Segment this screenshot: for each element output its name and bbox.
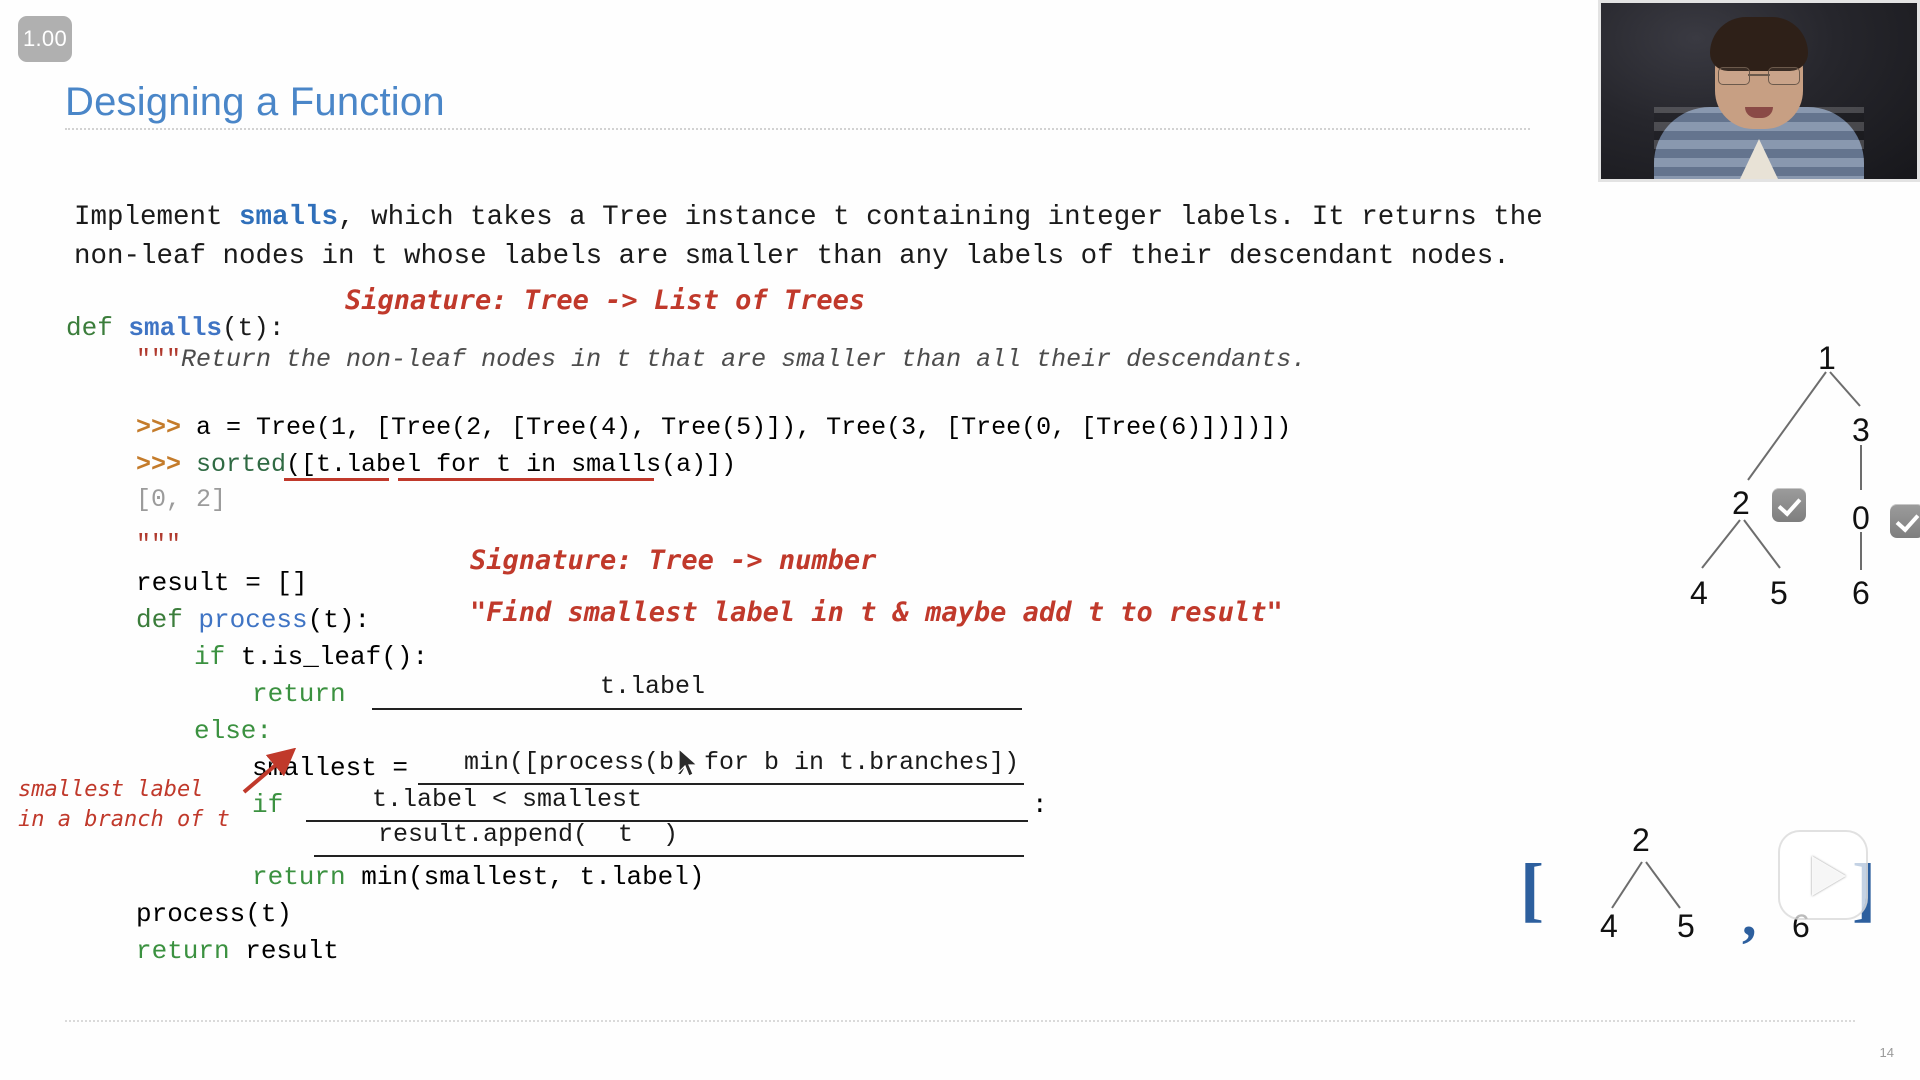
code-if-colon: : [1032, 790, 1048, 820]
tree-node-0: 0 [1852, 500, 1870, 536]
code-else-keyword: else: [194, 716, 273, 746]
annotation-hint-line1: smallest label [18, 777, 204, 802]
tree-node-6: 6 [1852, 575, 1870, 611]
code-function-args: (t): [222, 313, 285, 343]
blank-condition-answer: t.label < smallest [372, 785, 643, 814]
playback-speed-badge[interactable]: 1.00 [18, 16, 72, 62]
annotation-purpose-2: "Find smallest label in t & maybe add t … [470, 597, 1283, 628]
tree-node-1: 1 [1818, 340, 1836, 376]
annotation-hint-text: smallest label in a branch of t [18, 775, 230, 835]
problem-statement: Implement smalls, which takes a Tree ins… [74, 198, 1794, 276]
doctest-prompt-2: >>> [136, 450, 182, 479]
blank-append-answer: result.append( t ) [378, 820, 679, 849]
tree-node-3: 3 [1852, 412, 1870, 448]
code-return-min-rest: min(smallest, t.label) [345, 862, 705, 892]
doctest-line-2: >>> sorted([t.label for t in smalls(a)]) [136, 450, 736, 479]
code-def-keyword-2: def [136, 605, 183, 635]
checkmark-icon-node-2 [1772, 488, 1806, 522]
blank-smallest-answer: min([process(b) for b in t.branches]) [464, 748, 1020, 777]
instructor-glasses [1718, 67, 1800, 85]
annotation-signature-2: Signature: Tree -> number [470, 545, 877, 576]
docstring-text: Return the non-leaf nodes in t that are … [181, 345, 1307, 374]
instructor-webcam-video[interactable] [1598, 0, 1920, 182]
annotation-signature-1: Signature: Tree -> List of Trees [345, 285, 866, 316]
code-return-result-rest: result [229, 936, 339, 966]
code-process-name: process [198, 605, 308, 635]
tree-node-2: 2 [1732, 485, 1750, 521]
code-return-keyword-2: return [252, 862, 346, 892]
tree-diagram: 1 3 2 0 4 5 6 [1530, 340, 1920, 640]
tree-node-5: 5 [1770, 575, 1788, 611]
docstring-open-quotes: """ [136, 345, 182, 374]
doctest-call-sorted: sorted [196, 450, 287, 479]
mouse-cursor [678, 748, 699, 777]
code-return-result: return result [136, 936, 339, 966]
code-block: def smalls(t): [66, 310, 284, 347]
tree-node-4: 4 [1690, 575, 1708, 611]
play-button-overlay[interactable] [1780, 832, 1866, 918]
code-function-name: smalls [128, 313, 223, 343]
docstring-line: """Return the non-leaf nodes in t that a… [136, 345, 1306, 374]
result-tree-a-left: 4 [1600, 908, 1618, 944]
checkmark-icon-node-0 [1890, 504, 1920, 538]
underline-t-label [284, 478, 389, 481]
result-tree-a-root: 2 [1632, 822, 1650, 858]
code-process-args: (t): [307, 605, 371, 635]
code-return-keyword-3: return [136, 936, 230, 966]
footer-divider [65, 1020, 1855, 1022]
underline-for-clause [398, 478, 654, 481]
docstring-close-quotes: """ [136, 530, 182, 559]
blank-return-leaf-line[interactable] [372, 708, 1022, 710]
slide-title: Designing a Function [65, 80, 445, 124]
doctest-expr-1: a = Tree(1, [Tree(2, [Tree(4), Tree(5)])… [196, 413, 1292, 442]
annotation-hint-line2: in a branch of t [18, 807, 230, 832]
code-call-process: process(t) [136, 899, 293, 929]
code-def-keyword: def [66, 313, 113, 343]
slide-stage: 1.00 Designing a Function 14 Implement s… [0, 0, 1920, 1080]
blank-return-leaf-answer: t.label [600, 672, 706, 701]
annotation-arrow-icon [242, 748, 297, 794]
doctest-expr-2: ([t.label for t in smalls(a)]) [286, 450, 737, 479]
page-number: 14 [1879, 1045, 1894, 1060]
result-separator: , [1742, 883, 1757, 948]
doctest-line-1: >>> a = Tree(1, [Tree(2, [Tree(4), Tree(… [136, 413, 1291, 442]
prose-line1-pre: Implement [74, 202, 240, 233]
prose-line2: non-leaf nodes in t whose labels are sma… [74, 241, 1510, 272]
playback-speed-label: 1.00 [22, 26, 68, 51]
code-def-process: def process(t): [136, 605, 370, 635]
code-result-init: result = [] [136, 568, 308, 598]
code-return-min: return min(smallest, t.label) [252, 862, 704, 892]
code-if-leaf: if t.is_leaf(): [194, 642, 428, 672]
instructor-hair [1710, 17, 1808, 71]
title-divider [65, 128, 1530, 130]
doctest-output: [0, 2] [136, 485, 227, 514]
prose-line1-post: , which takes a Tree instance t containi… [338, 202, 1543, 233]
code-return-keyword: return [252, 679, 346, 709]
result-tree-a-right: 5 [1677, 908, 1695, 944]
code-if-leaf-rest: t.is_leaf(): [225, 642, 429, 672]
code-if-keyword: if [194, 642, 226, 672]
prose-function-name: smalls [239, 202, 339, 233]
doctest-prompt: >>> [136, 413, 182, 442]
blank-append-line[interactable] [314, 855, 1024, 857]
